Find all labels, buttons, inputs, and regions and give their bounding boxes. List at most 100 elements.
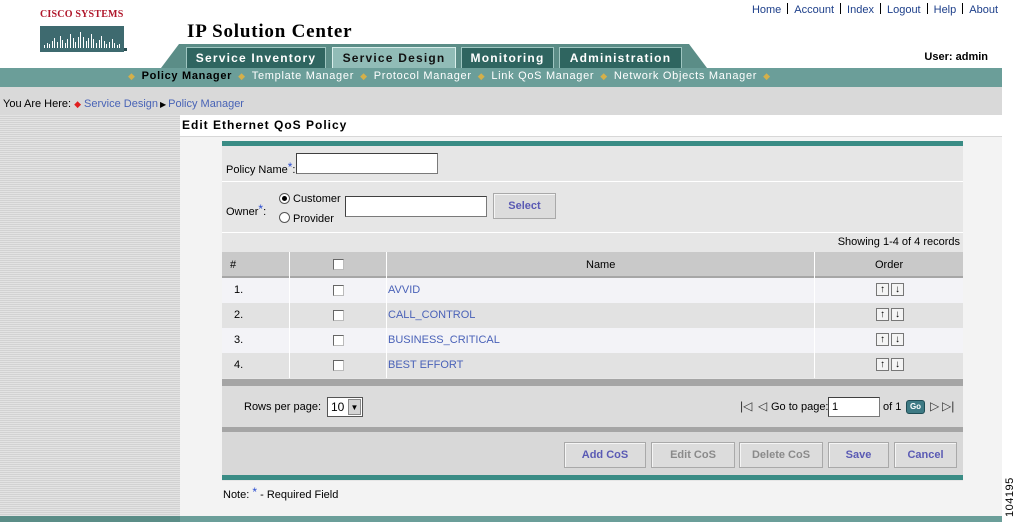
next-page-icon[interactable]: ▷ <box>930 399 939 413</box>
logo-bar <box>70 34 71 48</box>
footer-left <box>0 516 180 522</box>
chevron-down-icon[interactable]: ▼ <box>348 399 361 415</box>
move-up-icon[interactable]: ↑ <box>876 283 889 296</box>
subnav-policy-manager[interactable]: Policy Manager <box>142 70 233 82</box>
table-row: 4. BEST EFFORT ↑ ↓ <box>222 353 963 378</box>
tab-administration[interactable]: Administration <box>559 47 682 68</box>
logo-bar <box>109 42 110 48</box>
select-all-checkbox[interactable] <box>333 259 344 270</box>
subnav-link-qos-manager[interactable]: Link QoS Manager <box>491 70 594 82</box>
logo-bar <box>88 38 90 48</box>
policy-name-input[interactable] <box>296 153 438 174</box>
logo-bar <box>90 34 92 48</box>
logo-bar <box>101 36 103 48</box>
move-up-icon[interactable]: ↑ <box>876 333 889 346</box>
row-checkbox[interactable] <box>333 335 344 346</box>
index-link[interactable]: Index <box>847 4 874 16</box>
logo-bar <box>54 38 56 48</box>
customer-label: Customer <box>293 193 341 205</box>
go-button[interactable]: Go <box>906 400 925 414</box>
logout-link[interactable]: Logout <box>887 4 921 16</box>
cancel-button[interactable]: Cancel <box>894 442 957 468</box>
edit-cos-button[interactable]: Edit CoS <box>651 442 735 468</box>
required-mark: * <box>287 160 293 174</box>
page-number-input[interactable] <box>828 397 880 417</box>
last-page-icon[interactable]: ▷| <box>942 399 954 413</box>
logo-bar <box>46 43 48 48</box>
add-cos-button[interactable]: Add CoS <box>564 442 646 468</box>
logo-bar <box>103 41 105 48</box>
account-link[interactable]: Account <box>794 4 834 16</box>
cisco-logo: Cisco Systems <box>40 9 128 55</box>
row-index: 1. <box>234 284 244 296</box>
home-link[interactable]: Home <box>752 4 781 16</box>
owner-input[interactable] <box>345 196 487 217</box>
delete-cos-button[interactable]: Delete CoS <box>739 442 823 468</box>
logo-dot <box>124 48 127 51</box>
logo-bar <box>106 44 108 48</box>
move-down-icon[interactable]: ↓ <box>891 308 904 321</box>
logo-bar <box>72 38 74 48</box>
bullet-icon: ◆ <box>128 71 136 81</box>
tab-service-inventory[interactable]: Service Inventory <box>186 47 326 68</box>
required-mark: * <box>252 485 258 499</box>
row-checkbox[interactable] <box>333 360 344 371</box>
customer-radio[interactable] <box>279 193 290 204</box>
logo-bar <box>98 40 100 48</box>
right-margin <box>1002 68 1020 522</box>
logo-bar <box>114 43 116 48</box>
table-row: 2. CALL_CONTROL ↑ ↓ <box>222 303 963 328</box>
row-name-link[interactable]: BEST EFFORT <box>388 359 463 371</box>
rows-per-page-select[interactable]: 10 ▼ <box>327 397 363 417</box>
col-name-header: Name <box>586 259 616 271</box>
previous-page-icon[interactable]: ◁ <box>758 399 767 413</box>
subnav-protocol-manager[interactable]: Protocol Manager <box>374 70 472 82</box>
move-down-icon[interactable]: ↓ <box>891 358 904 371</box>
about-link[interactable]: About <box>969 4 998 16</box>
move-down-icon[interactable]: ↓ <box>891 283 904 296</box>
row-name-link[interactable]: AVVID <box>388 284 420 296</box>
help-link[interactable]: Help <box>934 4 957 16</box>
column-divider <box>289 252 290 378</box>
select-owner-button[interactable]: Select <box>493 193 556 219</box>
page-count-label: of 1 <box>883 401 902 413</box>
logo-bar <box>62 40 64 48</box>
first-page-icon[interactable]: |◁ <box>740 399 752 413</box>
bullet-icon: ◆ <box>238 71 246 81</box>
logo-bar <box>49 44 51 48</box>
logo-bar <box>96 43 97 48</box>
provider-radio[interactable] <box>279 212 290 223</box>
subnav-template-manager[interactable]: Template Manager <box>252 70 354 82</box>
row-divider <box>222 232 963 233</box>
breadcrumb: You Are Here: ◆ Service Design ▶ Policy Mana… <box>3 98 244 110</box>
logo-bar <box>64 43 66 48</box>
logo-bar <box>75 42 77 48</box>
move-up-icon[interactable]: ↑ <box>876 308 889 321</box>
move-down-icon[interactable]: ↓ <box>891 333 904 346</box>
row-checkbox[interactable] <box>333 310 344 321</box>
left-pane <box>0 115 180 517</box>
logo-bar <box>111 39 113 48</box>
logo-bar <box>77 37 79 48</box>
subnav-network-objects-manager[interactable]: Network Objects Manager <box>614 70 757 82</box>
save-button[interactable]: Save <box>828 442 889 468</box>
logo-bar <box>93 39 95 48</box>
order-controls: ↑ ↓ <box>876 333 906 346</box>
logo-bar <box>51 41 53 48</box>
row-name-link[interactable]: CALL_CONTROL <box>388 309 475 321</box>
table-row: 1. AVVID ↑ ↓ <box>222 278 963 303</box>
row-checkbox[interactable] <box>333 285 344 296</box>
tab-monitoring[interactable]: Monitoring <box>461 47 554 68</box>
tab-service-design[interactable]: Service Design <box>332 47 456 68</box>
top-links: Home Account Index Logout Help About <box>752 3 998 16</box>
figure-id: 104195 <box>1004 477 1016 517</box>
table-row: 3. BUSINESS_CRITICAL ↑ ↓ <box>222 328 963 353</box>
breadcrumb-policy-manager[interactable]: Policy Manager <box>168 98 244 110</box>
column-divider <box>386 252 387 378</box>
logo-bar <box>85 41 87 48</box>
logo-bar <box>80 32 82 48</box>
row-name-link[interactable]: BUSINESS_CRITICAL <box>388 334 500 346</box>
move-up-icon[interactable]: ↑ <box>876 358 889 371</box>
breadcrumb-service-design[interactable]: Service Design <box>84 98 158 110</box>
records-summary: Showing 1-4 of 4 records <box>837 236 960 248</box>
